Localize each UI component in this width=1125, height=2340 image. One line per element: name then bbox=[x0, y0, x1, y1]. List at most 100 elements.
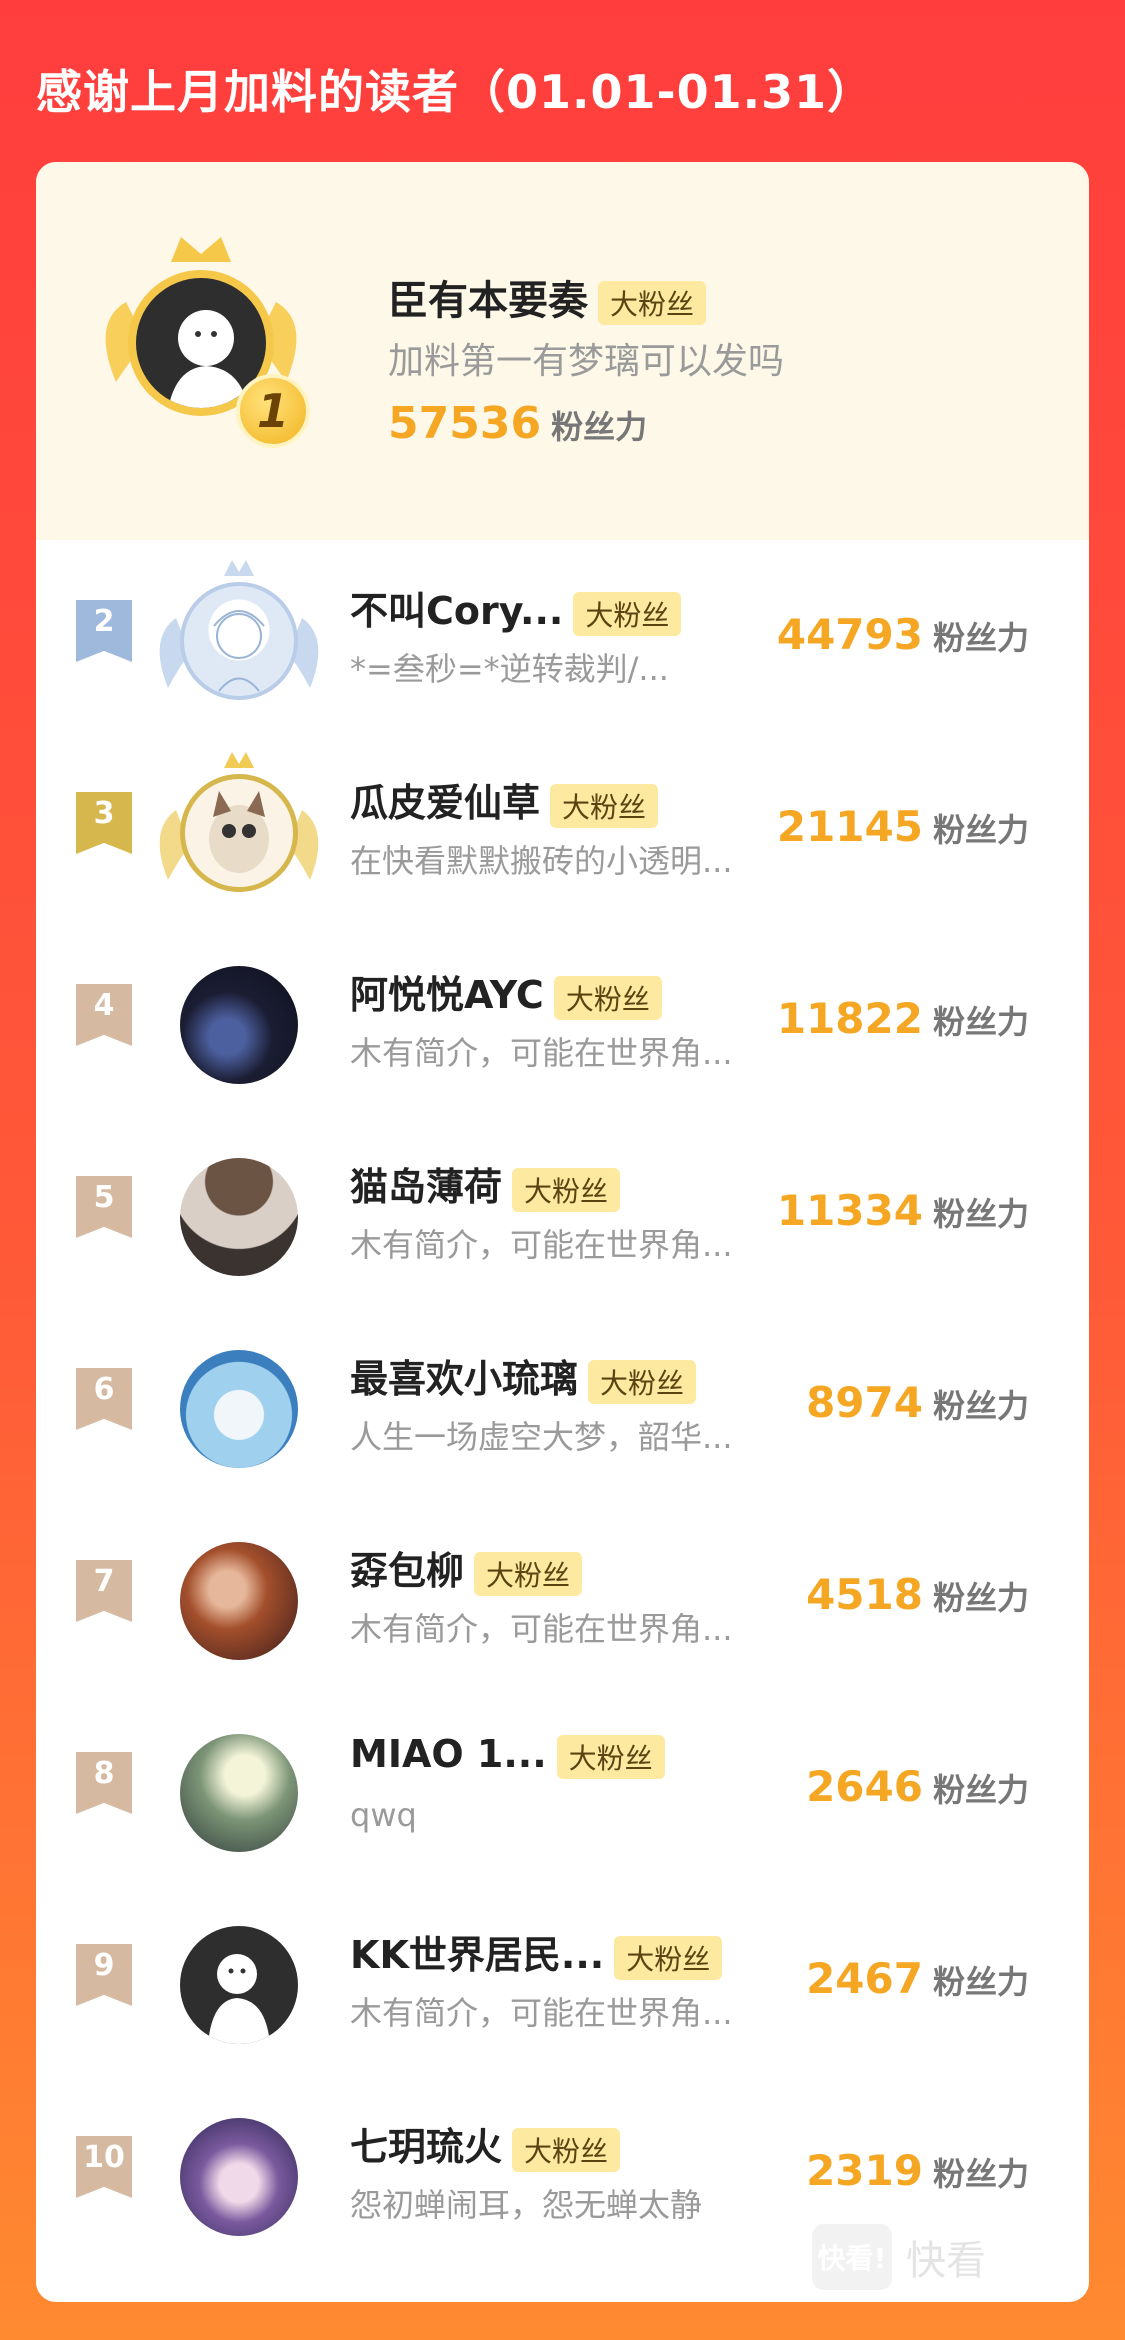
avatar-frame bbox=[146, 1902, 332, 2062]
user-name: 不叫Cory... bbox=[350, 589, 564, 633]
watermark: 快看! 快看 bbox=[812, 2224, 986, 2290]
avatar-frame bbox=[146, 942, 332, 1102]
user-name: 猫岛薄荷 bbox=[350, 1165, 503, 1209]
cat-avatar-icon bbox=[209, 791, 269, 873]
user-name: KK世界居民... bbox=[350, 1933, 605, 1977]
avatar-frame bbox=[146, 1134, 332, 1294]
list-item[interactable]: 2 不叫Cory... 大粉丝 *=叁秒=*逆转裁判/... 44793 粉丝力 bbox=[36, 540, 1089, 732]
user-name: 阿悦悦AYC bbox=[350, 973, 544, 1017]
rank-ribbon: 7 bbox=[76, 1560, 132, 1622]
avatar[interactable] bbox=[180, 1350, 298, 1468]
fan-tag: 大粉丝 bbox=[550, 783, 659, 828]
kuaikan-logo: 快看! bbox=[812, 2224, 892, 2290]
list-item[interactable]: 8 MIAO 1... 大粉丝 qwq 2646 粉丝力 bbox=[36, 1692, 1089, 1884]
score-unit: 粉丝力 bbox=[551, 408, 648, 446]
fan-tag: 大粉丝 bbox=[556, 1734, 665, 1779]
rank-ribbon: 9 bbox=[76, 1944, 132, 2006]
list-item[interactable]: 5 猫岛薄荷 大粉丝 木有简介，可能在世界角... 11334 粉丝力 bbox=[36, 1116, 1089, 1308]
list-item[interactable]: 3 瓜皮爱仙草 大粉丝 在快看默默搬砖的小透明... 21145 粉丝力 bbox=[36, 732, 1089, 924]
score-unit: 粉丝力 bbox=[932, 1387, 1029, 1425]
fan-tag: 大粉丝 bbox=[512, 1167, 621, 1212]
avatar[interactable] bbox=[180, 774, 298, 892]
anime-girl-avatar-icon bbox=[213, 610, 265, 692]
avatar[interactable] bbox=[180, 1542, 298, 1660]
user-bio: 加料第一有梦璃可以发吗 bbox=[388, 341, 785, 382]
user-bio: 怨初蝉闹耳，怨无蝉太静 bbox=[350, 2186, 703, 2224]
avatar-frame bbox=[146, 1518, 332, 1678]
user-name-row: 七玥琉火 大粉丝 bbox=[350, 2116, 621, 2172]
avatar-frame bbox=[146, 750, 332, 910]
avatar-frame bbox=[146, 2094, 332, 2254]
user-name: 孬包柳 bbox=[350, 1549, 465, 1593]
ranking-card: 1 臣有本要奏 大粉丝 加料第一有梦璃可以发吗 57536 粉丝力 2 不叫Co… bbox=[36, 162, 1089, 2302]
fan-score: 2646 粉丝力 bbox=[806, 1762, 1029, 1811]
user-name-row: 不叫Cory... 大粉丝 bbox=[350, 580, 682, 636]
user-bio: 木有简介，可能在世界角... bbox=[350, 1226, 733, 1264]
user-name-row: 阿悦悦AYC 大粉丝 bbox=[350, 964, 662, 1020]
score-value: 57536 bbox=[388, 398, 542, 449]
user-name-row: 猫岛薄荷 大粉丝 bbox=[350, 1156, 621, 1212]
user-name: 最喜欢小琉璃 bbox=[350, 1357, 579, 1401]
rank-ribbon: 8 bbox=[76, 1752, 132, 1814]
score-unit: 粉丝力 bbox=[932, 1579, 1029, 1617]
score-value: 2467 bbox=[806, 1954, 923, 2003]
avatar-frame bbox=[146, 1326, 332, 1486]
score-value: 11822 bbox=[776, 994, 923, 1043]
score-unit: 粉丝力 bbox=[932, 1195, 1029, 1233]
rank-ribbon: 3 bbox=[76, 792, 132, 854]
user-name: MIAO 1... bbox=[350, 1732, 547, 1776]
user-name: 七玥琉火 bbox=[350, 2125, 503, 2169]
user-name-row: MIAO 1... 大粉丝 bbox=[350, 1732, 665, 1779]
user-bio: 木有简介，可能在世界角... bbox=[350, 1610, 733, 1648]
user-name-row: 瓜皮爱仙草 大粉丝 bbox=[350, 772, 659, 828]
avatar[interactable] bbox=[180, 1926, 298, 2044]
user-name: 臣有本要奏 bbox=[388, 278, 588, 324]
avatar[interactable] bbox=[180, 1734, 298, 1852]
list-item[interactable]: 6 最喜欢小琉璃 大粉丝 人生一场虚空大梦，韶华... 8974 粉丝力 bbox=[36, 1308, 1089, 1500]
user-bio: 人生一场虚空大梦，韶华... bbox=[350, 1418, 733, 1456]
score-unit: 粉丝力 bbox=[932, 1003, 1029, 1041]
score-unit: 粉丝力 bbox=[932, 619, 1029, 657]
avatar[interactable] bbox=[180, 966, 298, 1084]
top1-section[interactable]: 1 臣有本要奏 大粉丝 加料第一有梦璃可以发吗 57536 粉丝力 bbox=[36, 162, 1089, 540]
score-value: 2646 bbox=[806, 1762, 923, 1811]
user-bio: 木有简介，可能在世界角... bbox=[350, 1034, 733, 1072]
fan-score: 11822 粉丝力 bbox=[777, 994, 1029, 1043]
avatar[interactable] bbox=[180, 582, 298, 700]
user-bio: qwq bbox=[350, 1796, 417, 1834]
user-bio: *=叁秒=*逆转裁判/... bbox=[350, 650, 669, 688]
page-title: 感谢上月加料的读者（01.01-01.31） bbox=[36, 65, 875, 119]
rank-ribbon: 4 bbox=[76, 984, 132, 1046]
avatar[interactable] bbox=[180, 2118, 298, 2236]
fan-score: 21145 粉丝力 bbox=[777, 802, 1029, 851]
list-item[interactable]: 9 KK世界居民... 大粉丝 木有简介，可能在世界角... 2467 粉丝力 bbox=[36, 1884, 1089, 2076]
rank-ribbon: 6 bbox=[76, 1368, 132, 1430]
fan-tag: 大粉丝 bbox=[474, 1551, 583, 1596]
avatar-frame bbox=[146, 1710, 332, 1870]
user-name: 瓜皮爱仙草 bbox=[350, 781, 541, 825]
rank-ribbon: 2 bbox=[76, 600, 132, 662]
fan-tag: 大粉丝 bbox=[553, 975, 662, 1020]
score-unit: 粉丝力 bbox=[932, 1963, 1029, 2001]
top1-name[interactable]: 臣有本要奏 大粉丝 bbox=[388, 268, 707, 326]
fan-score: 2467 粉丝力 bbox=[806, 1954, 1029, 2003]
default-avatar-icon bbox=[208, 1954, 270, 2044]
fan-score: 2319 粉丝力 bbox=[806, 2146, 1029, 2195]
user-bio: 木有简介，可能在世界角... bbox=[350, 1994, 733, 2032]
user-bio: 在快看默默搬砖的小透明... bbox=[350, 842, 733, 880]
fan-score: 4518 粉丝力 bbox=[806, 1570, 1029, 1619]
fan-score: 11334 粉丝力 bbox=[777, 1186, 1029, 1235]
watermark-text: 快看 bbox=[906, 2238, 986, 2284]
avatar-frame bbox=[146, 558, 332, 718]
score-value: 21145 bbox=[776, 802, 923, 851]
user-name-row: 孬包柳 大粉丝 bbox=[350, 1540, 583, 1596]
fan-tag: 大粉丝 bbox=[598, 281, 707, 325]
top1-avatar-frame: 1 bbox=[86, 232, 316, 452]
user-name-row: 最喜欢小琉璃 大粉丝 bbox=[350, 1348, 697, 1404]
list-item[interactable]: 7 孬包柳 大粉丝 木有简介，可能在世界角... 4518 粉丝力 bbox=[36, 1500, 1089, 1692]
fan-score: 57536 粉丝力 bbox=[388, 398, 647, 449]
rank-badge: 1 bbox=[236, 374, 310, 448]
user-name-row: KK世界居民... 大粉丝 bbox=[350, 1924, 723, 1980]
avatar[interactable] bbox=[180, 1158, 298, 1276]
list-item[interactable]: 4 阿悦悦AYC 大粉丝 木有简介，可能在世界角... 11822 粉丝力 bbox=[36, 924, 1089, 1116]
